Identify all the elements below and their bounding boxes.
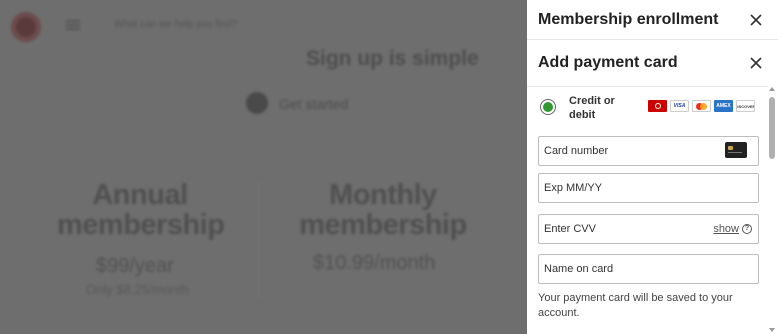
card-number-label: Card number: [544, 145, 609, 157]
close-panel-button[interactable]: [748, 12, 764, 28]
show-cvv-link[interactable]: show: [713, 223, 739, 235]
cvv-field[interactable]: Enter CVV show ?: [538, 214, 759, 244]
credit-debit-radio[interactable]: [540, 99, 556, 115]
card-number-field[interactable]: Card number: [538, 136, 759, 166]
divider: [527, 86, 768, 87]
page-heading: Sign up is simple: [306, 47, 479, 70]
enrollment-panel: Membership enrollment Add payment card C…: [527, 0, 778, 334]
credit-debit-label: Credit or debit: [569, 95, 615, 121]
section-header: Add payment card: [527, 40, 778, 86]
target-logo-icon: [11, 12, 41, 42]
mastercard-icon: [692, 100, 711, 112]
card-brands: VISA AMEX DISCOVER: [648, 100, 755, 112]
close-icon: [750, 14, 762, 26]
divider: [258, 180, 259, 300]
step-label: Get started: [279, 96, 349, 112]
visa-icon: VISA: [670, 100, 689, 112]
step-indicator-icon: [246, 92, 268, 114]
save-note: Your payment card will be saved to your …: [538, 292, 733, 319]
discover-icon: DISCOVER: [736, 100, 755, 112]
name-on-card-field[interactable]: Name on card: [538, 254, 759, 284]
background-page: What can we help you find? Sign up is si…: [0, 0, 527, 334]
scroll-thumb[interactable]: [769, 97, 775, 159]
section-title: Add payment card: [538, 54, 678, 71]
scroll-down-icon[interactable]: [769, 328, 775, 332]
target-card-icon: [648, 100, 667, 112]
scrollbar[interactable]: [767, 87, 778, 334]
monthly-price: $10.99/month: [313, 252, 436, 274]
name-on-card-label: Name on card: [544, 263, 614, 275]
cvv-label: Enter CVV: [544, 223, 596, 235]
monthly-title: Monthly membership: [299, 179, 467, 241]
credit-card-icon: [725, 142, 747, 158]
panel-header: Membership enrollment: [527, 0, 778, 40]
help-icon[interactable]: ?: [742, 224, 752, 234]
credit-debit-option[interactable]: Credit or debit VISA AMEX DISCOVER: [540, 94, 760, 126]
panel-title: Membership enrollment: [538, 10, 719, 28]
expiry-label: Exp MM/YY: [544, 182, 603, 194]
menu-icon: [66, 20, 80, 30]
annual-price: $99/year: [96, 255, 174, 277]
search-placeholder: What can we help you find?: [114, 19, 237, 30]
annual-title: Annual membership: [57, 179, 225, 241]
scroll-up-icon[interactable]: [769, 87, 775, 91]
close-section-button[interactable]: [748, 55, 764, 71]
expiry-field[interactable]: Exp MM/YY: [538, 173, 759, 203]
close-icon: [750, 57, 762, 69]
amex-icon: AMEX: [714, 100, 733, 112]
annual-sub: Only $8.25/month: [86, 282, 189, 297]
